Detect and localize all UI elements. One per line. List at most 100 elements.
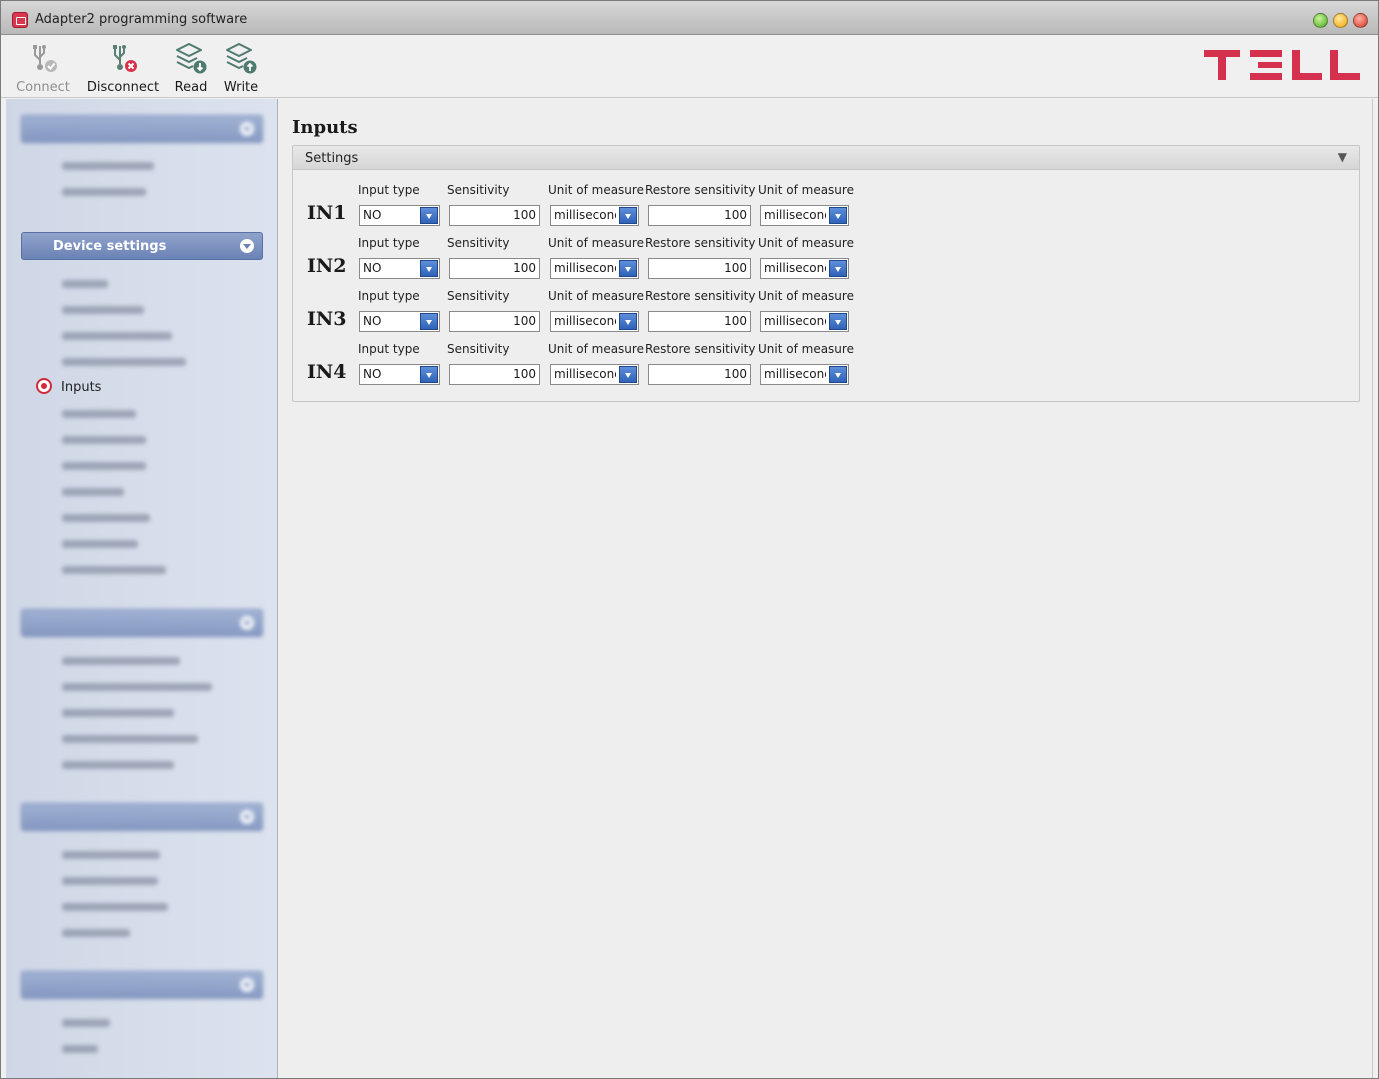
unit-select[interactable]: milliseconds [550,258,639,279]
sidebar-item[interactable] [62,756,174,774]
restore-sensitivity-input[interactable]: 100 [648,364,751,385]
sidebar-item[interactable] [62,846,160,864]
sidebar-item[interactable] [62,157,154,175]
input-type-select[interactable]: NO [359,205,440,226]
sidebar: Device settings Inputs [6,99,278,1078]
dropdown-arrow-icon[interactable] [619,366,637,383]
sidebar-item[interactable] [62,353,186,371]
dropdown-arrow-icon[interactable] [829,366,847,383]
read-button[interactable]: Read [169,40,213,96]
restore-sensitivity-input[interactable]: 100 [648,311,751,332]
sidebar-item[interactable] [62,561,166,579]
connect-button[interactable]: Connect [13,40,73,96]
input-label: IN3 [307,308,347,330]
dropdown-arrow-icon[interactable] [829,313,847,330]
sidebar-item[interactable] [62,327,172,345]
input-label: IN1 [307,202,347,224]
chevron-down-icon [240,616,254,630]
restore-sensitivity-input[interactable]: 100 [648,205,751,226]
column-header-input-type: Input type [358,289,420,303]
collapse-icon[interactable]: ▼ [1338,150,1347,164]
sidebar-group-header[interactable] [21,609,263,637]
sidebar-item[interactable] [62,405,136,423]
restore-unit-select[interactable]: milliseconds [760,258,849,279]
sidebar-item[interactable] [62,275,108,293]
page-title: Inputs [292,117,358,138]
sensitivity-input[interactable]: 100 [449,258,540,279]
column-header-sensitivity: Sensitivity [447,289,510,303]
sidebar-item[interactable] [62,730,198,748]
dropdown-arrow-icon[interactable] [420,313,438,330]
unit-select-value: milliseconds [554,367,616,381]
restore-unit-select[interactable]: milliseconds [760,205,849,226]
write-button[interactable]: Write [219,40,263,96]
sensitivity-input-value: 100 [513,208,536,222]
title-bar[interactable]: Adapter2 programming software [1,1,1378,35]
sidebar-item[interactable] [62,457,146,475]
sensitivity-input[interactable]: 100 [449,364,540,385]
chevron-down-icon [240,978,254,992]
sensitivity-input[interactable]: 100 [449,311,540,332]
column-header-sensitivity: Sensitivity [447,342,510,356]
toolbar: Connect Disconnect Read Write [1,36,1378,98]
column-header-restore-sensitivity: Restore sensitivity [645,236,756,250]
sensitivity-input-value: 100 [513,367,536,381]
input-type-select[interactable]: NO [359,258,440,279]
sidebar-item[interactable] [62,1014,110,1032]
sidebar-item[interactable] [62,678,212,696]
maximize-button[interactable] [1333,13,1348,28]
sidebar-group-device-settings[interactable]: Device settings [21,232,263,260]
sidebar-item[interactable] [62,704,174,722]
selected-radio-icon [36,378,52,394]
unit-select[interactable]: milliseconds [550,311,639,332]
input-type-select[interactable]: NO [359,364,440,385]
minimize-button[interactable] [1313,13,1328,28]
settings-panel-header[interactable]: Settings ▼ [293,146,1359,170]
sidebar-item[interactable] [62,872,158,890]
restore-sensitivity-input[interactable]: 100 [648,258,751,279]
dropdown-arrow-icon[interactable] [619,313,637,330]
sidebar-group-header[interactable] [21,803,263,831]
sidebar-item[interactable] [62,483,124,501]
restore-unit-select[interactable]: milliseconds [760,364,849,385]
dropdown-arrow-icon[interactable] [619,260,637,277]
restore-unit-select-value: milliseconds [764,208,826,222]
layers-download-icon [171,40,211,76]
dropdown-arrow-icon[interactable] [420,207,438,224]
usb-connect-icon [23,40,63,76]
dropdown-arrow-icon[interactable] [420,366,438,383]
restore-unit-select[interactable]: milliseconds [760,311,849,332]
tell-logo [1204,50,1360,80]
unit-select[interactable]: milliseconds [550,364,639,385]
close-button[interactable] [1353,13,1368,28]
unit-select[interactable]: milliseconds [550,205,639,226]
sidebar-group-label: Device settings [53,239,167,254]
sidebar-item[interactable] [62,924,130,942]
sidebar-item[interactable] [62,431,146,449]
dropdown-arrow-icon[interactable] [829,207,847,224]
dropdown-arrow-icon[interactable] [829,260,847,277]
input-type-select-value: NO [363,208,382,222]
column-header-sensitivity: Sensitivity [447,183,510,197]
input-row: Input type Sensitivity Unit of measure Rest… [293,183,1359,236]
sidebar-item-inputs[interactable]: Inputs [36,378,101,396]
sensitivity-input[interactable]: 100 [449,205,540,226]
sidebar-item[interactable] [62,535,138,553]
sidebar-item[interactable] [62,1040,98,1058]
dropdown-arrow-icon[interactable] [619,207,637,224]
sidebar-item[interactable] [62,301,144,319]
sidebar-item[interactable] [62,183,146,201]
dropdown-arrow-icon[interactable] [420,260,438,277]
sidebar-group-header[interactable] [21,971,263,999]
sidebar-item[interactable] [62,509,150,527]
sidebar-item[interactable] [62,898,168,916]
sensitivity-input-value: 100 [513,314,536,328]
unit-select-value: milliseconds [554,261,616,275]
sidebar-item[interactable] [62,652,180,670]
input-row: Input type Sensitivity Unit of measure Rest… [293,289,1359,342]
input-type-select[interactable]: NO [359,311,440,332]
restore-sensitivity-input-value: 100 [724,314,747,328]
disconnect-button[interactable]: Disconnect [85,40,161,96]
disconnect-label: Disconnect [86,80,160,95]
sidebar-group-header[interactable] [21,115,263,143]
